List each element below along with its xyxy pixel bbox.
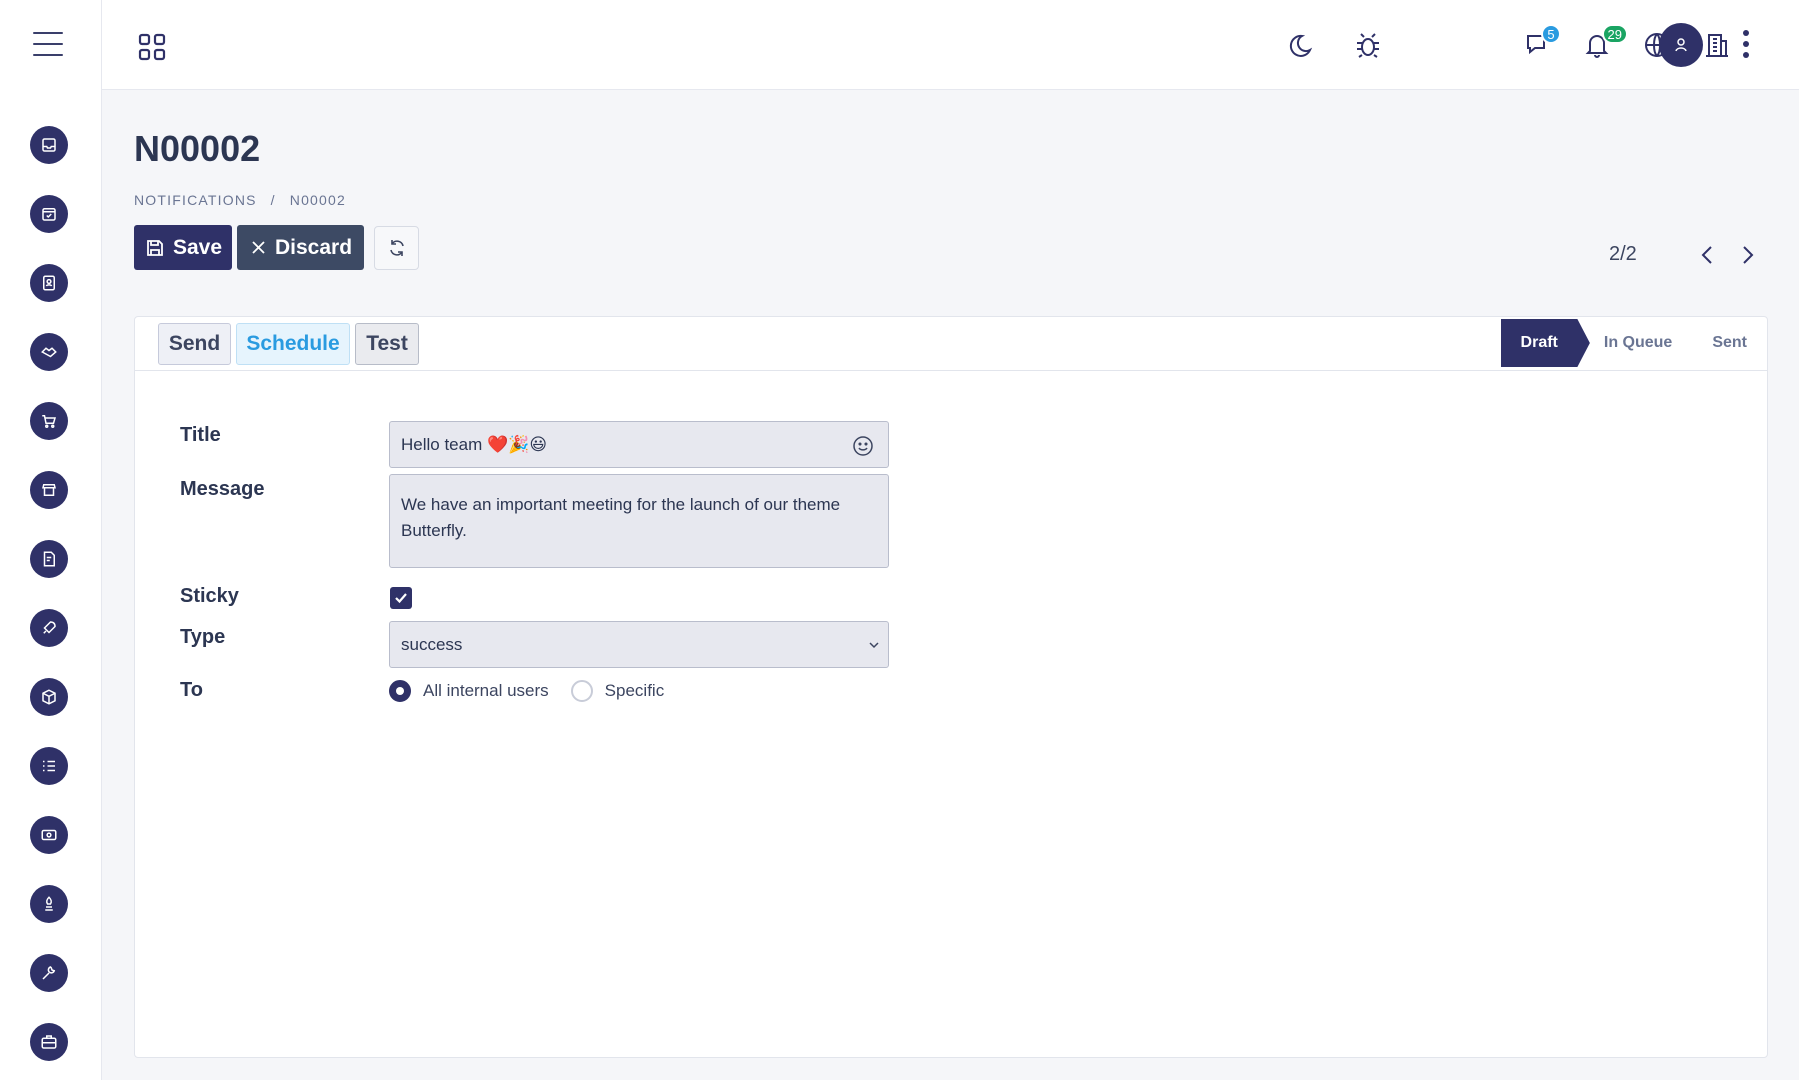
status-draft[interactable]: Draft (1500, 319, 1590, 367)
bell-icon[interactable]: 29 (1580, 24, 1628, 62)
chat-icon[interactable]: 5 (1521, 24, 1561, 62)
discard-button[interactable]: Discard (237, 225, 364, 270)
status-sent[interactable]: Sent (1692, 319, 1767, 367)
contacts-icon[interactable] (30, 264, 68, 302)
breadcrumb-current: N00002 (289, 192, 347, 208)
message-field[interactable]: We have an important meeting for the lau… (389, 474, 889, 568)
chat-badge: 5 (1541, 24, 1561, 44)
title-value: Hello team ❤️🎉😃 (401, 434, 548, 454)
cart-icon[interactable] (30, 402, 68, 440)
save-button[interactable]: Save (134, 225, 232, 270)
handshake-icon[interactable] (30, 333, 68, 371)
save-icon (147, 239, 163, 256)
top-bar: 5 29 (102, 0, 1799, 90)
send-button[interactable]: Send (158, 323, 231, 365)
wrench-icon[interactable] (30, 954, 68, 992)
check-icon (395, 593, 407, 604)
type-value: success (401, 634, 463, 654)
building-icon[interactable] (1700, 28, 1734, 62)
form-header: Send Schedule Test Draft In Queue Sent (135, 317, 1767, 371)
title-field[interactable]: Hello team ❤️🎉😃 (389, 421, 889, 468)
radio-all-internal-users[interactable] (389, 680, 411, 702)
moon-icon[interactable] (1283, 28, 1317, 62)
message-label: Message (180, 478, 265, 500)
chevron-down-icon (869, 642, 879, 649)
user-avatar[interactable] (1659, 23, 1703, 67)
close-icon (252, 241, 265, 254)
inbox-icon[interactable] (30, 126, 68, 164)
breadcrumb-notifications-link[interactable]: Notifications (134, 192, 257, 208)
bug-icon[interactable] (1351, 28, 1385, 62)
pager-next-icon[interactable] (1735, 240, 1761, 270)
refresh-button[interactable] (374, 226, 419, 270)
status-in-queue[interactable]: In Queue (1590, 319, 1692, 367)
pager-value[interactable]: 2/2 (1609, 243, 1637, 266)
title-label: Title (180, 424, 221, 446)
app-list (30, 126, 68, 1080)
calendar-check-icon[interactable] (30, 195, 68, 233)
more-options-icon[interactable] (1740, 30, 1752, 62)
type-label: Type (180, 626, 226, 648)
radio-all-internal-users-label[interactable]: All internal users (423, 681, 549, 701)
notification-badge: 29 (1601, 24, 1628, 44)
breadcrumb: Notifications / N00002 (134, 192, 347, 208)
package-icon[interactable] (30, 678, 68, 716)
form-card: Send Schedule Test Draft In Queue Sent T… (134, 316, 1768, 1058)
store-icon[interactable] (30, 471, 68, 509)
rocket-icon[interactable] (30, 609, 68, 647)
list-icon[interactable] (30, 747, 68, 785)
menu-toggle-icon[interactable] (33, 32, 63, 58)
save-label: Save (173, 235, 223, 259)
radio-specific[interactable] (570, 680, 593, 702)
pager-previous-icon[interactable] (1694, 240, 1720, 270)
page-title: N00002 (134, 128, 261, 169)
apps-grid-icon[interactable] (138, 33, 166, 61)
radio-specific-label[interactable]: Specific (605, 681, 665, 701)
briefcase-icon[interactable] (30, 1023, 68, 1061)
money-icon[interactable] (30, 816, 68, 854)
type-select[interactable]: success (389, 621, 889, 668)
to-radio-group: All internal users Specific (389, 680, 686, 702)
refresh-icon (389, 240, 404, 256)
bishop-icon[interactable] (30, 885, 68, 923)
schedule-button[interactable]: Schedule (236, 323, 350, 365)
emoji-picker-icon[interactable] (852, 435, 874, 457)
sidebar (0, 0, 102, 1080)
invoice-icon[interactable] (30, 540, 68, 578)
test-button[interactable]: Test (355, 323, 419, 365)
sticky-label: Sticky (180, 585, 239, 607)
to-label: To (180, 679, 203, 701)
status-bar: Draft In Queue Sent (1500, 319, 1767, 367)
sticky-checkbox[interactable] (390, 587, 412, 609)
discard-label: Discard (275, 235, 353, 259)
